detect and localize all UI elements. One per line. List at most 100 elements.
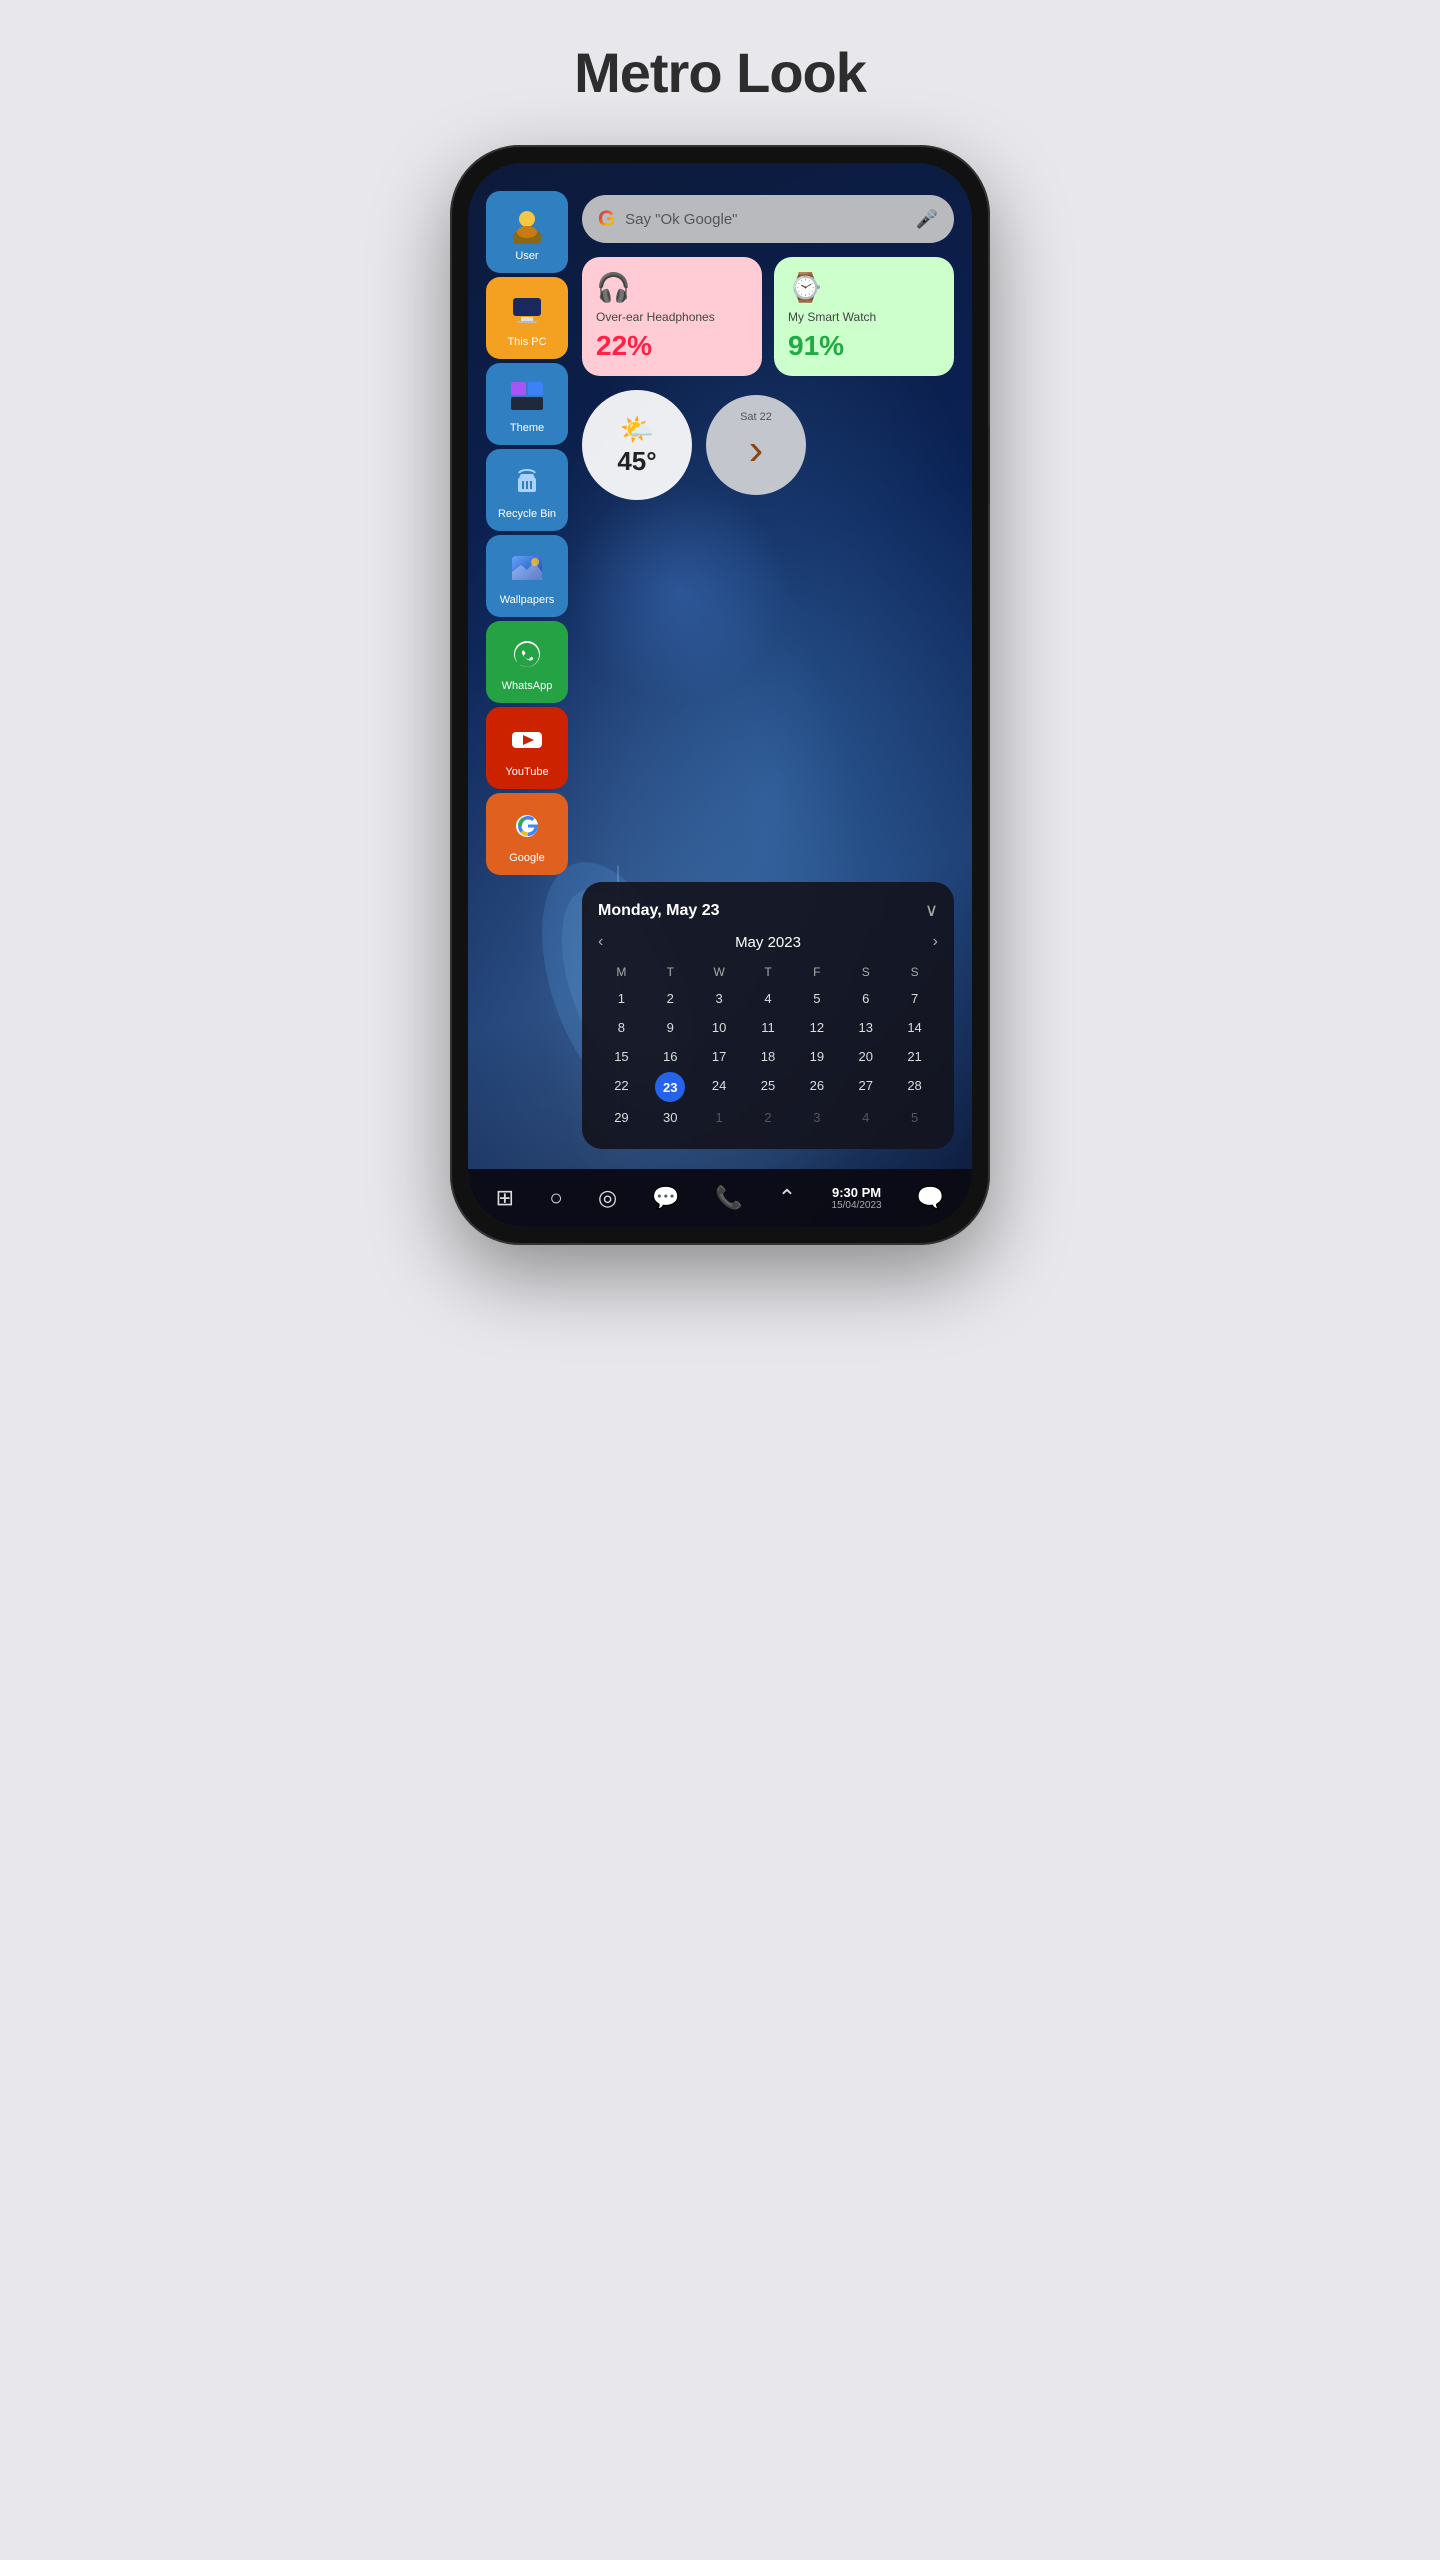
cal-day-header: S [891, 961, 938, 983]
headphones-icon: 🎧 [596, 271, 748, 304]
cal-day[interactable]: 11 [745, 1014, 792, 1041]
cal-day-header: W [696, 961, 743, 983]
theme-icon [505, 374, 549, 418]
messages-icon[interactable]: 💬 [652, 1185, 679, 1211]
cal-day[interactable]: 20 [842, 1043, 889, 1070]
clock-widget[interactable]: Sat 22 › [706, 395, 806, 495]
calendar-selected-date: Monday, May 23 [598, 902, 720, 920]
cal-day[interactable]: 23 [655, 1072, 685, 1102]
sidebar-item-user[interactable]: User [486, 191, 568, 273]
sidebar-item-google[interactable]: Google [486, 793, 568, 875]
headphones-widget[interactable]: 🎧 Over-ear Headphones 22% [582, 257, 762, 376]
cal-day[interactable]: 14 [891, 1014, 938, 1041]
cal-day[interactable]: 13 [842, 1014, 889, 1041]
cal-day[interactable]: 4 [842, 1104, 889, 1131]
cal-day[interactable]: 24 [696, 1072, 743, 1102]
cal-day[interactable]: 5 [793, 985, 840, 1012]
notification-icon[interactable]: 🗨️ [917, 1185, 944, 1211]
google-icon [505, 804, 549, 848]
cal-day[interactable]: 21 [891, 1043, 938, 1070]
cal-day[interactable]: 2 [647, 985, 694, 1012]
sidebar-item-theme[interactable]: Theme [486, 363, 568, 445]
cal-day[interactable]: 10 [696, 1014, 743, 1041]
mic-icon[interactable]: 🎤 [916, 209, 938, 230]
calendar-widget: Monday, May 23 ∨ ‹ May 2023 › MTWTFSS123… [582, 882, 954, 1149]
cal-day[interactable]: 6 [842, 985, 889, 1012]
recents-icon[interactable]: ⊞ [496, 1185, 514, 1211]
cal-day[interactable]: 27 [842, 1072, 889, 1102]
wallpapers-label: Wallpapers [500, 594, 555, 606]
calendar-grid: MTWTFSS123456789101112131415161718192021… [598, 961, 938, 1131]
weather-temp: 45° [617, 446, 656, 477]
cal-day[interactable]: 15 [598, 1043, 645, 1070]
cal-day[interactable]: 2 [745, 1104, 792, 1131]
cal-day[interactable]: 29 [598, 1104, 645, 1131]
sidebar-item-wallpapers[interactable]: Wallpapers [486, 535, 568, 617]
device-widgets-row: 🎧 Over-ear Headphones 22% ⌚ My Smart Wat… [582, 257, 954, 376]
cal-day[interactable]: 30 [647, 1104, 694, 1131]
weather-widget[interactable]: 🌤️ 45° [582, 390, 692, 500]
home-icon[interactable]: ○ [549, 1185, 562, 1211]
cal-day[interactable]: 8 [598, 1014, 645, 1041]
user-label: User [515, 250, 538, 262]
clock-hand-icon: › [749, 425, 764, 475]
recycle-icon [505, 460, 549, 504]
cal-day[interactable]: 5 [891, 1104, 938, 1131]
headphones-percent: 22% [596, 330, 748, 362]
date-display: 15/04/2023 [832, 1200, 882, 1211]
google-search-bar[interactable]: G Say "Ok Google" 🎤 [582, 195, 954, 243]
cal-day[interactable]: 17 [696, 1043, 743, 1070]
page-title: Metro Look [574, 40, 866, 105]
google-label: Google [509, 852, 544, 864]
youtube-icon [505, 718, 549, 762]
time-display: 9:30 PM [832, 1185, 881, 1200]
cal-day[interactable]: 1 [598, 985, 645, 1012]
phone-icon[interactable]: 📞 [715, 1185, 742, 1211]
cal-day[interactable]: 18 [745, 1043, 792, 1070]
calendar-nav: ‹ May 2023 › [598, 933, 938, 951]
cal-day[interactable]: 4 [745, 985, 792, 1012]
calendar-month-year: May 2023 [735, 934, 801, 951]
cal-day[interactable]: 26 [793, 1072, 840, 1102]
system-icon[interactable]: ◎ [598, 1185, 617, 1211]
cal-day[interactable]: 3 [793, 1104, 840, 1131]
cal-day[interactable]: 9 [647, 1014, 694, 1041]
cal-day[interactable]: 19 [793, 1043, 840, 1070]
calendar-prev-button[interactable]: ‹ [598, 933, 603, 951]
phone-shell: User This PC Theme Recycle Bin [450, 145, 990, 1245]
youtube-label: YouTube [505, 766, 548, 778]
watch-widget[interactable]: ⌚ My Smart Watch 91% [774, 257, 954, 376]
cal-day-header: M [598, 961, 645, 983]
clock-date: Sat 22 [740, 411, 772, 423]
cal-day[interactable]: 16 [647, 1043, 694, 1070]
cal-day[interactable]: 1 [696, 1104, 743, 1131]
theme-label: Theme [510, 422, 544, 434]
headphones-name: Over-ear Headphones [596, 310, 748, 324]
cal-day-header: S [842, 961, 889, 983]
watch-percent: 91% [788, 330, 940, 362]
cal-day[interactable]: 7 [891, 985, 938, 1012]
cal-day[interactable]: 25 [745, 1072, 792, 1102]
cal-day[interactable]: 28 [891, 1072, 938, 1102]
cal-day[interactable]: 3 [696, 985, 743, 1012]
sidebar-item-whatsapp[interactable]: WhatsApp [486, 621, 568, 703]
status-time: 9:30 PM 15/04/2023 [832, 1185, 882, 1211]
calendar-expand-icon[interactable]: ∨ [925, 900, 938, 921]
cal-day[interactable]: 22 [598, 1072, 645, 1102]
user-icon [505, 202, 549, 246]
up-icon[interactable]: ⌃ [778, 1185, 796, 1211]
wallpapers-icon [505, 546, 549, 590]
google-logo: G [598, 206, 615, 232]
weather-clock-row: 🌤️ 45° Sat 22 › [582, 390, 954, 500]
calendar-header: Monday, May 23 ∨ [598, 900, 938, 921]
recycle-label: Recycle Bin [498, 508, 556, 520]
cal-day-header: T [745, 961, 792, 983]
whatsapp-icon [505, 632, 549, 676]
calendar-next-button[interactable]: › [933, 933, 938, 951]
sidebar-item-thispc[interactable]: This PC [486, 277, 568, 359]
watch-name: My Smart Watch [788, 310, 940, 324]
sidebar-item-recycle[interactable]: Recycle Bin [486, 449, 568, 531]
cal-day[interactable]: 12 [793, 1014, 840, 1041]
sidebar-item-youtube[interactable]: YouTube [486, 707, 568, 789]
whatsapp-label: WhatsApp [502, 680, 553, 692]
